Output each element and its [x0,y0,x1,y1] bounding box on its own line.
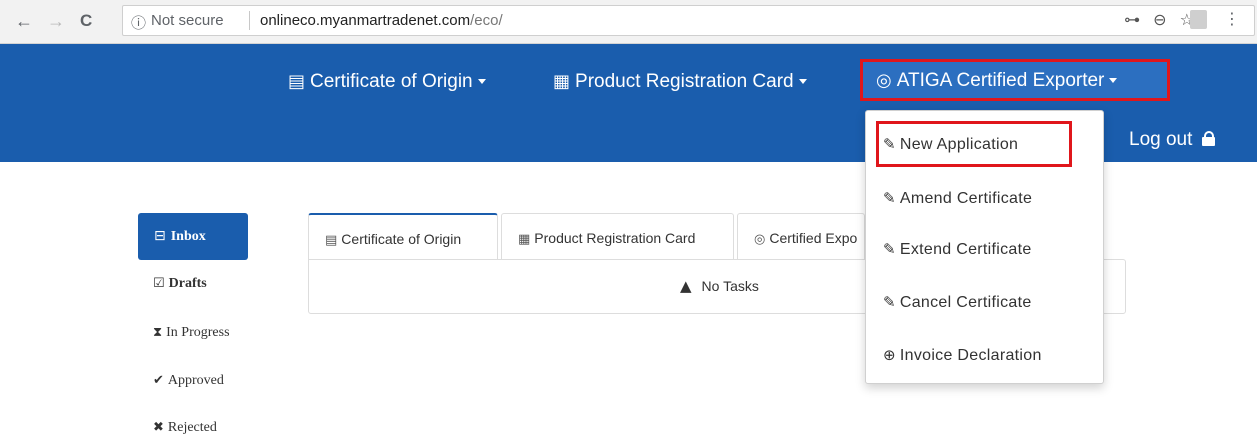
key-icon[interactable]: ⊶ [1124,10,1140,29]
pencil-icon: ✎ [883,189,896,207]
tab-label: Product Registration Card [534,230,696,246]
logout-link[interactable]: Log out [1129,129,1215,151]
certificate-icon: ▤ [288,71,306,92]
edit-icon: ☑ [153,276,165,291]
forward-icon[interactable]: → [47,10,65,32]
sidebar-item-inbox[interactable]: ⊟ Inbox [138,213,248,260]
empty-message: No Tasks [701,278,759,294]
back-icon[interactable]: ← [15,10,33,32]
sidebar-item-label: Drafts [168,276,207,291]
nav-label: ATIGA Certified Exporter [896,70,1105,91]
hourglass-icon: ⧗ [153,325,163,340]
menu-item-extend-certificate[interactable]: ✎ Extend Certificate [883,240,1032,259]
warning-icon: ▲ [680,277,692,295]
sidebar-item-in-progress[interactable]: ⧗ In Progress [153,325,230,341]
caret-down-icon [1109,78,1118,84]
check-circle-icon: ✔ [153,373,164,388]
security-label[interactable]: Not secure [151,12,224,29]
tab-product-registration-card[interactable]: ▦ Product Registration Card [501,213,734,260]
url-host: onlineco.myanmartradenet.com [260,12,471,29]
nav-certificate-of-origin[interactable]: ▤ Certificate of Origin [288,70,486,94]
menu-item-amend-certificate[interactable]: ✎ Amend Certificate [883,189,1032,208]
reload-icon[interactable]: C [80,10,92,32]
menu-item-new-application[interactable]: ✎ New Application [883,135,1018,154]
sidebar-item-approved[interactable]: ✔ Approved [153,373,224,389]
times-circle-icon: ✖ [153,420,164,435]
certificate-icon: ▤ [325,233,338,248]
logout-label: Log out [1129,129,1193,150]
atiga-dropdown-menu: ✎ New Application ✎ Amend Certificate ✎ Ext… [865,110,1104,384]
extension-icon[interactable] [1190,10,1207,29]
sidebar-item-drafts[interactable]: ☑ Drafts [153,276,207,292]
inbox-icon: ⊟ [154,228,166,244]
menu-item-label: Amend Certificate [899,190,1033,207]
menu-item-label: Invoice Declaration [899,347,1042,364]
nav-product-registration-card[interactable]: ▦ Product Registration Card [553,70,807,94]
plus-circle-icon: ⊕ [883,346,896,364]
menu-item-label: Cancel Certificate [899,294,1032,311]
lock-icon [1201,131,1215,146]
url-text[interactable]: onlineco.myanmartradenet.com/eco/ [260,12,503,29]
browser-toolbar: ← → C ⓘ Not secure onlineco.myanmartrade… [0,0,1257,44]
address-bar[interactable]: ⓘ Not secure onlineco.myanmartradenet.co… [122,5,1255,36]
sidebar-item-label: Inbox [170,229,206,244]
zoom-icon[interactable]: ⊖ [1153,10,1166,29]
user-circle-icon: ◎ [754,232,766,247]
sidebar-item-label: In Progress [166,325,230,340]
tab-label: Certified Expo [769,230,858,246]
caret-down-icon [477,79,486,85]
id-card-icon: ▦ [518,232,531,247]
pencil-icon: ✎ [883,135,896,153]
url-path: /eco/ [470,12,503,29]
divider [249,11,250,30]
menu-item-cancel-certificate[interactable]: ✎ Cancel Certificate [883,293,1032,312]
menu-item-label: New Application [899,136,1019,153]
pencil-icon: ✎ [883,293,896,311]
nav-label: Product Registration Card [575,71,794,92]
nav-atiga-certified-exporter[interactable]: ◎ ATIGA Certified Exporter [860,59,1170,101]
info-icon[interactable]: ⓘ [131,12,146,33]
tab-certified-exporter[interactable]: ◎ Certified Expo [737,213,865,260]
sidebar-item-rejected[interactable]: ✖ Rejected [153,420,217,436]
nav-label: Certificate of Origin [310,71,473,92]
tab-certificate-of-origin[interactable]: ▤ Certificate of Origin [308,213,498,260]
user-circle-icon: ◎ [876,70,892,91]
menu-item-invoice-declaration[interactable]: ⊕ Invoice Declaration [883,346,1042,365]
id-card-icon: ▦ [553,71,571,92]
caret-down-icon [798,79,807,85]
browser-menu-icon[interactable]: ⋮ [1224,9,1240,28]
menu-item-label: Extend Certificate [899,241,1032,258]
pencil-icon: ✎ [883,240,896,258]
tab-label: Certificate of Origin [341,231,462,247]
sidebar-item-label: Approved [167,373,224,388]
sidebar-item-label: Rejected [167,420,217,435]
